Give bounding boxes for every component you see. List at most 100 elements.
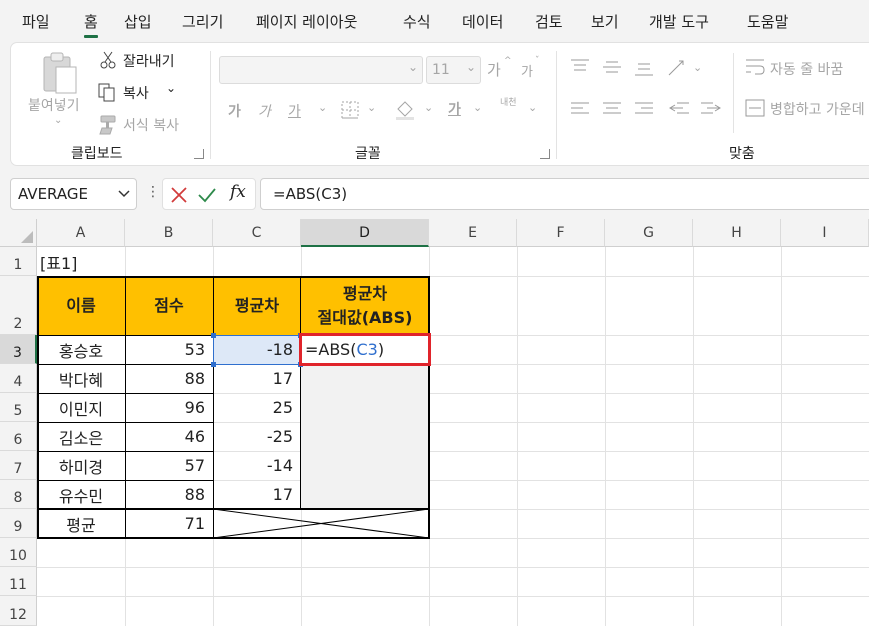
- scissors-icon[interactable]: [99, 51, 117, 69]
- column-header-c[interactable]: C: [213, 219, 301, 247]
- bold-button[interactable]: 가: [228, 101, 241, 121]
- cell-score[interactable]: 57: [125, 451, 213, 480]
- column-header-h[interactable]: H: [693, 219, 781, 247]
- cell-name[interactable]: 박다혜: [37, 364, 125, 393]
- grow-font-button[interactable]: 가: [487, 59, 501, 80]
- copy-button[interactable]: 복사: [123, 83, 149, 103]
- align-bottom-icon[interactable]: [635, 63, 653, 77]
- cut-button[interactable]: 잘라내기: [123, 51, 175, 71]
- format-painter-button[interactable]: 서식 복사: [123, 115, 179, 135]
- column-header-d[interactable]: D: [301, 219, 429, 247]
- cell-name[interactable]: 하미경: [37, 451, 125, 480]
- cell-score[interactable]: 88: [125, 480, 213, 509]
- merge-center-button[interactable]: 병합하고 가운데: [770, 99, 865, 119]
- align-right-icon[interactable]: [635, 101, 653, 117]
- row-header-9[interactable]: 9: [0, 509, 37, 538]
- reference-handle[interactable]: [211, 333, 216, 338]
- column-header-b[interactable]: B: [125, 219, 213, 247]
- tab-draw[interactable]: 그리기: [182, 11, 223, 32]
- cell-diff[interactable]: 17: [213, 364, 301, 393]
- cell-diff[interactable]: 17: [213, 480, 301, 509]
- row-header-2[interactable]: 2: [0, 276, 37, 335]
- column-header-e[interactable]: E: [429, 219, 517, 247]
- tab-developer[interactable]: 개발 도구: [649, 11, 709, 32]
- cell-name[interactable]: 유수민: [37, 480, 125, 509]
- tab-file[interactable]: 파일: [22, 11, 50, 32]
- column-header-g[interactable]: G: [605, 219, 693, 247]
- row-header-10[interactable]: 10: [0, 538, 37, 567]
- cell-diff[interactable]: -14: [213, 451, 301, 480]
- insert-function-button[interactable]: fx: [230, 182, 246, 202]
- clipboard-launcher-icon[interactable]: [194, 149, 204, 159]
- font-color-dropdown-icon[interactable]: ⌄: [473, 101, 482, 114]
- tab-help[interactable]: 도움말: [747, 11, 788, 32]
- fill-color-dropdown-icon[interactable]: ⌄: [424, 101, 433, 114]
- row-header-1[interactable]: 1: [0, 247, 37, 276]
- italic-button[interactable]: 가: [258, 101, 271, 121]
- cell-score[interactable]: 46: [125, 422, 213, 451]
- font-color-button[interactable]: 가: [448, 99, 461, 119]
- row-header-7[interactable]: 7: [0, 451, 37, 480]
- chevron-down-icon[interactable]: [118, 190, 130, 198]
- cell-name[interactable]: 김소은: [37, 422, 125, 451]
- underline-dropdown-icon[interactable]: ⌄: [318, 101, 327, 114]
- column-header-f[interactable]: F: [517, 219, 605, 247]
- copy-icon[interactable]: [98, 83, 116, 103]
- row-header-6[interactable]: 6: [0, 422, 37, 451]
- formula-input[interactable]: =ABS(C3): [260, 178, 869, 210]
- row-header-4[interactable]: 4: [0, 364, 37, 393]
- row-header-5[interactable]: 5: [0, 393, 37, 422]
- more-options-icon[interactable]: ⋮: [146, 184, 160, 200]
- select-all-button[interactable]: [0, 219, 37, 247]
- align-middle-icon[interactable]: [603, 61, 621, 75]
- align-top-icon[interactable]: [571, 59, 589, 73]
- reference-handle[interactable]: [211, 362, 216, 367]
- tab-view[interactable]: 보기: [591, 11, 619, 32]
- align-center-icon[interactable]: [603, 101, 621, 117]
- tab-insert[interactable]: 삽입: [124, 11, 152, 32]
- row-header-12[interactable]: 12: [0, 596, 37, 626]
- font-size-select[interactable]: 11 ⌄: [426, 56, 481, 84]
- cell-score[interactable]: 53: [125, 335, 213, 364]
- shrink-font-button[interactable]: 가: [521, 61, 533, 80]
- phonetic-button[interactable]: 내천: [500, 99, 518, 108]
- tab-review[interactable]: 검토: [535, 11, 563, 32]
- underline-button[interactable]: 가: [288, 101, 301, 121]
- average-label[interactable]: 평균: [37, 509, 125, 538]
- cell-score[interactable]: 88: [125, 364, 213, 393]
- paste-icon[interactable]: [40, 51, 80, 95]
- paste-dropdown-icon[interactable]: ⌄: [54, 115, 62, 126]
- row-header-8[interactable]: 8: [0, 480, 37, 509]
- name-box[interactable]: AVERAGE: [10, 178, 137, 210]
- paste-button-label[interactable]: 붙여넣기: [28, 95, 80, 115]
- decrease-indent-icon[interactable]: [669, 101, 689, 117]
- average-value[interactable]: 71: [125, 509, 213, 538]
- column-header-a[interactable]: A: [37, 219, 125, 247]
- font-name-select[interactable]: ⌄: [219, 56, 423, 84]
- cell-name[interactable]: 홍승호: [37, 335, 125, 364]
- worksheet-grid[interactable]: A B C D E F G H I 1 2 3 4 5 6 7 8 9 10 1…: [0, 219, 869, 626]
- border-icon[interactable]: [341, 101, 359, 119]
- wrap-text-icon[interactable]: [745, 57, 765, 77]
- tab-home[interactable]: 홈: [84, 11, 98, 38]
- column-header-i[interactable]: I: [781, 219, 869, 247]
- merge-center-icon[interactable]: [745, 99, 765, 117]
- orientation-dropdown-icon[interactable]: ⌄: [693, 61, 702, 74]
- orientation-icon[interactable]: [667, 59, 687, 77]
- phonetic-dropdown-icon[interactable]: ⌄: [528, 101, 537, 114]
- tab-formulas[interactable]: 수식: [403, 11, 431, 32]
- cell-diff[interactable]: 25: [213, 393, 301, 422]
- align-left-icon[interactable]: [571, 101, 589, 117]
- row-header-11[interactable]: 11: [0, 567, 37, 596]
- border-dropdown-icon[interactable]: ⌄: [367, 101, 376, 114]
- fill-color-icon[interactable]: [394, 99, 416, 121]
- wrap-text-button[interactable]: 자동 줄 바꿈: [770, 59, 843, 79]
- cell-score[interactable]: 96: [125, 393, 213, 422]
- enter-check-icon[interactable]: [198, 187, 216, 203]
- tab-data[interactable]: 데이터: [462, 11, 503, 32]
- format-painter-icon[interactable]: [97, 115, 117, 135]
- cell-diff[interactable]: -25: [213, 422, 301, 451]
- cancel-icon[interactable]: [171, 187, 187, 203]
- row-header-3[interactable]: 3: [0, 335, 37, 364]
- increase-indent-icon[interactable]: [701, 101, 721, 117]
